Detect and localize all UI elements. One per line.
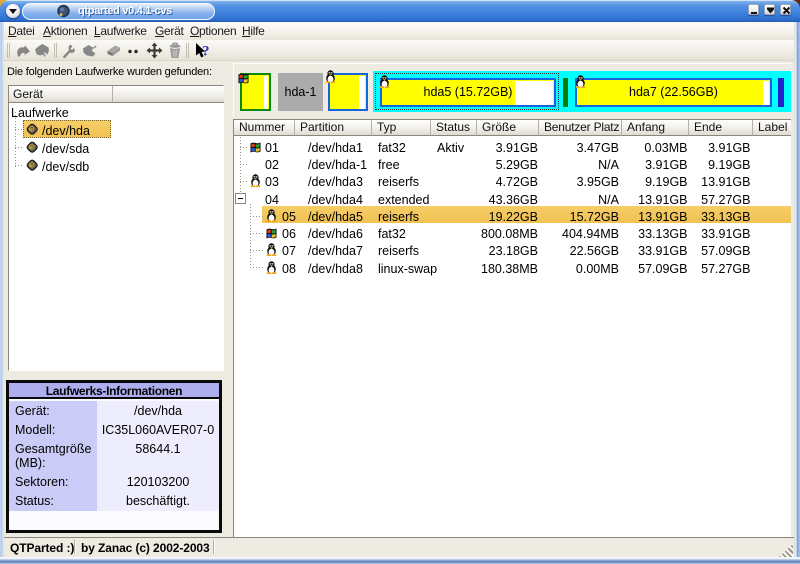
svg-text:?: ? xyxy=(202,44,210,60)
